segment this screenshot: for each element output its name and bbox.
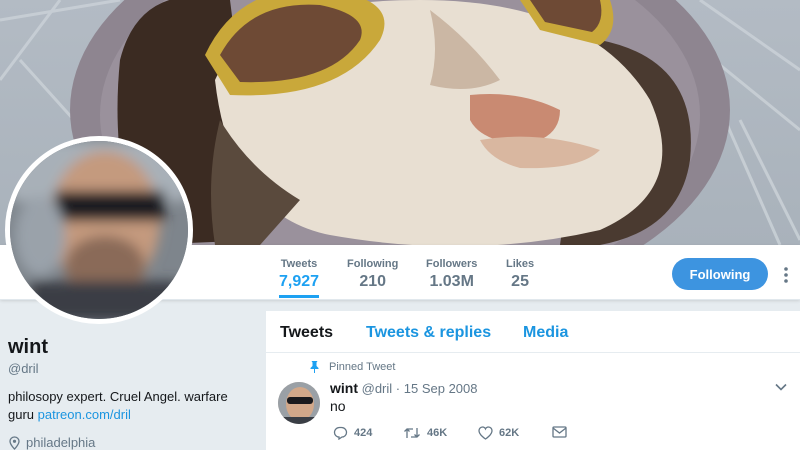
pinned-label: Pinned Tweet — [310, 361, 395, 373]
reply-icon — [333, 426, 348, 440]
like-button[interactable]: 62K — [478, 426, 519, 440]
retweet-button[interactable]: 46K — [403, 426, 447, 440]
stat-followers[interactable]: Followers 1.03M — [426, 258, 477, 291]
profile-location: philadelphia — [8, 435, 95, 450]
pin-icon — [310, 361, 319, 373]
following-button[interactable]: Following — [672, 258, 768, 290]
stat-followers-label: Followers — [426, 258, 478, 270]
profile-handle: @dril — [8, 361, 39, 376]
location-pin-icon — [9, 435, 20, 450]
stat-followers-value: 1.03M — [429, 273, 474, 290]
stat-following-label: Following — [347, 258, 399, 270]
timeline: Tweets Tweets & replies Media Pinned Twe… — [266, 311, 800, 450]
pinned-tweet[interactable]: Pinned Tweet wint @dril · 15 Sep 2008 no — [266, 354, 800, 450]
tweet-avatar[interactable] — [278, 382, 320, 424]
stat-tweets-value: 7,927 — [279, 273, 320, 290]
dm-icon — [552, 426, 567, 438]
retweet-icon — [404, 428, 420, 438]
stat-following[interactable]: Following 210 — [347, 258, 398, 291]
like-icon — [478, 426, 493, 440]
stat-tweets[interactable]: Tweets 7,927 — [279, 258, 320, 298]
more-icon[interactable] — [780, 264, 792, 286]
retweet-count: 46K — [427, 427, 448, 439]
tweet-author-name[interactable]: wint — [330, 380, 358, 396]
tab-tweets-replies[interactable]: Tweets & replies — [366, 324, 491, 342]
stat-likes-label: Likes — [506, 258, 535, 270]
timeline-tabs: Tweets Tweets & replies Media — [266, 311, 800, 353]
profile-avatar[interactable] — [5, 136, 193, 324]
profile-location-text: philadelphia — [26, 435, 96, 450]
tweet-text: no — [330, 398, 346, 414]
stat-likes[interactable]: Likes 25 — [506, 258, 534, 291]
profile-bio-link[interactable]: patreon.com/dril — [38, 407, 131, 422]
caret-down-icon[interactable] — [774, 380, 788, 394]
like-count: 62K — [499, 427, 520, 439]
tweet-date[interactable]: 15 Sep 2008 — [404, 381, 478, 396]
stat-tweets-label: Tweets — [280, 258, 318, 270]
stat-likes-value: 25 — [511, 273, 529, 290]
tab-tweets[interactable]: Tweets — [280, 324, 333, 342]
tweet-header: wint @dril · 15 Sep 2008 — [330, 380, 478, 396]
stat-following-value: 210 — [359, 273, 387, 290]
tweet-separator: · — [395, 381, 401, 396]
profile-name: wint — [8, 336, 48, 358]
reply-count: 424 — [354, 427, 373, 439]
tab-media[interactable]: Media — [523, 324, 568, 342]
dm-button[interactable] — [552, 426, 567, 438]
tweet-author-handle[interactable]: @dril — [362, 381, 393, 396]
reply-button[interactable]: 424 — [333, 426, 372, 440]
pinned-label-text: Pinned Tweet — [329, 361, 396, 373]
profile-bio: philosopy expert. Cruel Angel. warfare g… — [8, 388, 248, 424]
